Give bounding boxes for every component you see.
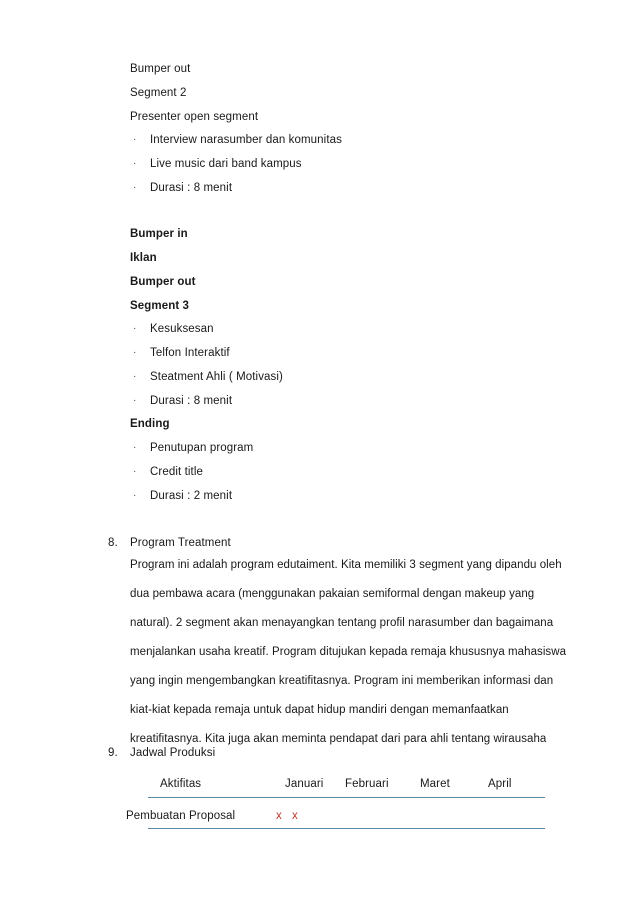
paragraph-line: menjalankan usaha kreatif. Program dituj… [130,646,567,658]
table-cell-mark-jan-2: x [292,810,298,822]
text-line-bumper-out-2: Bumper out [130,276,196,288]
table-row-divider [148,828,545,829]
bullet-dot-icon: · [133,371,137,382]
table-header-januari: Januari [285,778,324,790]
list-item: · Live music dari band kampus [133,157,302,171]
list-item-label: Credit title [150,466,203,478]
list-item: · Interview narasumber dan komunitas [133,133,342,147]
section-8-title: Program Treatment [130,537,231,549]
list-item: · Steatment Ahli ( Motivasi) [133,370,283,384]
bullet-dot-icon: · [133,442,137,453]
bullet-dot-icon: · [133,323,137,334]
list-item-label: Interview narasumber dan komunitas [150,134,342,146]
jadwal-produksi-table: Aktifitas Januari Februari Maret April P… [0,770,638,842]
table-header-maret: Maret [420,778,450,790]
list-item-label: Live music dari band kampus [150,158,302,170]
table-header-februari: Februari [345,778,389,790]
table-cell-mark-jan-1: x [276,810,282,822]
paragraph-line: yang ingin mengembangkan kreatifitasnya.… [130,675,554,687]
list-item: · Penutupan program [133,441,253,455]
section-8-paragraph: Program ini adalah program edutaiment. K… [130,551,578,754]
section-8-number: 8. [108,537,118,549]
paragraph-line: Program ini adalah program edutaiment. K… [130,559,562,571]
list-item-label: Steatment Ahli ( Motivasi) [150,371,283,383]
table-header-divider [148,797,545,798]
bullet-dot-icon: · [133,490,137,501]
paragraph-line: kiat-kiat kepada remaja untuk dapat hidu… [130,704,509,716]
section-9-heading: 9. Jadwal Produksi [108,746,215,760]
table-header-aktifitas: Aktifitas [160,778,202,790]
document-page: Bumper out Segment 2 Presenter open segm… [0,0,638,903]
list-item: · Durasi : 8 menit [133,394,232,408]
text-line-bumper-out-1: Bumper out [130,63,191,75]
list-item-label: Durasi : 8 menit [150,182,233,194]
list-item: · Credit title [133,465,203,479]
text-line-segment-2: Segment 2 [130,87,187,99]
list-item: · Kesuksesan [133,322,214,336]
section-9-number: 9. [108,747,118,759]
list-item: · Telfon Interaktif [133,346,230,360]
paragraph-line: dua pembawa acara (menggunakan pakaian s… [130,588,535,600]
bullet-dot-icon: · [133,158,137,169]
list-item-label: Telfon Interaktif [150,347,230,359]
paragraph-line: natural). 2 segment akan menayangkan ten… [130,617,554,629]
section-9-title: Jadwal Produksi [130,747,216,759]
bullet-dot-icon: · [133,395,137,406]
bullet-dot-icon: · [133,134,137,145]
bullet-dot-icon: · [133,182,137,193]
text-line-bumper-in: Bumper in [130,228,188,240]
table-header-april: April [488,778,512,790]
list-item-label: Penutupan program [150,442,254,454]
list-item-label: Durasi : 8 menit [150,395,233,407]
text-line-ending: Ending [130,418,170,430]
list-item-label: Durasi : 2 menit [150,490,233,502]
bullet-dot-icon: · [133,466,137,477]
text-line-presenter-open-segment: Presenter open segment [130,111,259,123]
table-body: Aktifitas Januari Februari Maret April P… [0,770,638,842]
list-item: · Durasi : 8 menit [133,181,232,195]
list-item: · Durasi : 2 menit [133,489,232,503]
text-line-iklan: Iklan [130,252,157,264]
bullet-dot-icon: · [133,347,137,358]
section-8-heading: 8. Program Treatment [108,536,231,550]
table-cell-activity: Pembuatan Proposal [126,810,236,822]
text-line-segment-3: Segment 3 [130,300,190,312]
list-item-label: Kesuksesan [150,323,214,335]
